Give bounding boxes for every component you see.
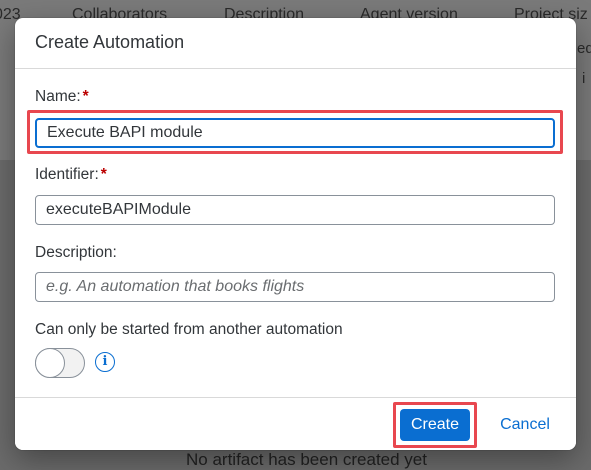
name-label-text: Name: — [35, 88, 81, 105]
create-automation-dialog: Create Automation Name:* Identifier:* De… — [15, 18, 576, 450]
info-icon[interactable]: i — [95, 352, 115, 372]
identifier-label-text: Identifier: — [35, 166, 99, 183]
only-from-automation-switch[interactable] — [35, 348, 85, 378]
identifier-label: Identifier: * — [35, 166, 107, 184]
name-required-mark: * — [82, 88, 89, 105]
background-side-text: i — [582, 70, 586, 87]
description-input[interactable] — [35, 272, 555, 302]
identifier-required-mark: * — [100, 166, 107, 183]
identifier-input[interactable] — [35, 195, 555, 225]
background-empty-message: No artifact has been created yet — [186, 450, 427, 469]
background-side-text: ed — [577, 40, 591, 57]
name-input[interactable] — [35, 118, 555, 148]
dialog-header: Create Automation — [15, 18, 576, 69]
switch-knob — [35, 348, 65, 378]
create-button[interactable]: Create — [400, 409, 470, 441]
cancel-button[interactable]: Cancel — [493, 409, 557, 441]
name-label: Name: * — [35, 88, 89, 106]
dialog-title: Create Automation — [35, 32, 185, 52]
description-label: Description: — [35, 244, 117, 261]
dialog-footer: Create Cancel — [15, 397, 576, 450]
only-from-automation-label: Can only be started from another automat… — [35, 321, 343, 338]
